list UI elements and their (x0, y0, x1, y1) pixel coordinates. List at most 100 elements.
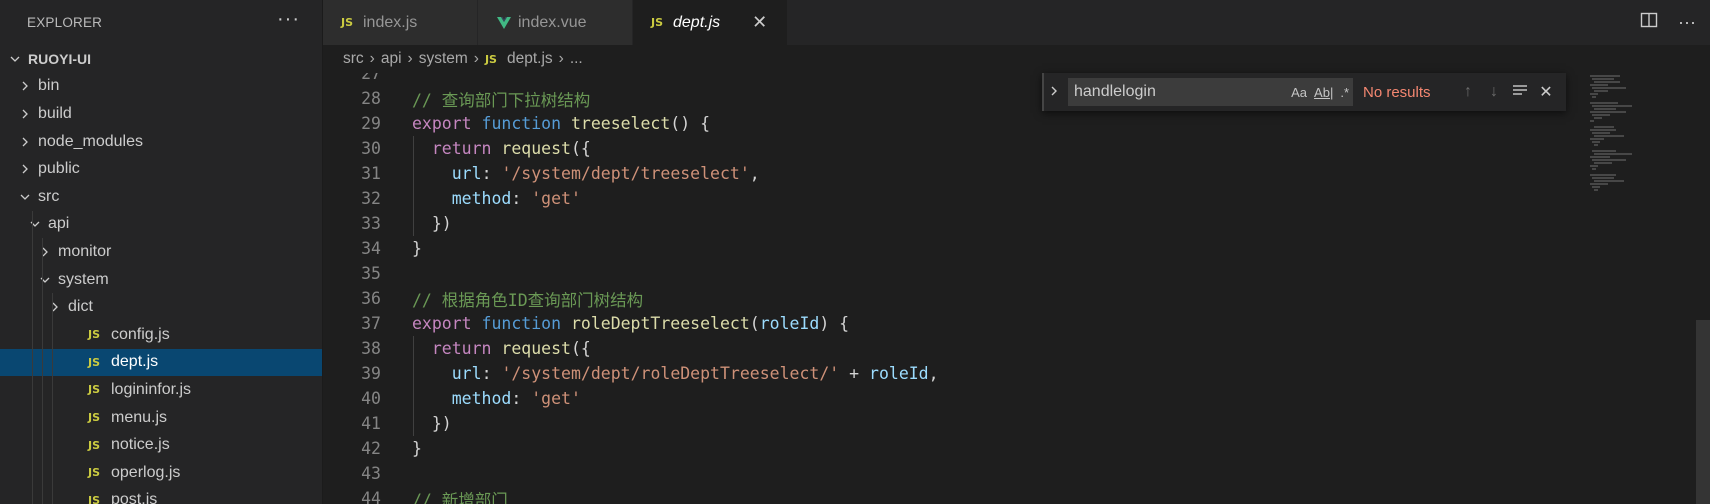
ellipsis-icon[interactable]: ··· (277, 9, 300, 29)
folder-item[interactable]: monitor (0, 238, 322, 266)
match-whole-word-toggle[interactable]: Ab| (1314, 85, 1333, 100)
code-token: method (451, 189, 512, 208)
indent-guide (52, 486, 53, 504)
minimap[interactable] (1588, 73, 1692, 504)
js-file-icon: JS (88, 466, 101, 480)
editor-actions: ··· (1640, 0, 1710, 45)
js-file-icon: JS (88, 383, 101, 397)
indent-guide (32, 293, 33, 321)
code-token: , (749, 164, 760, 183)
tree-item-label: node_modules (38, 132, 143, 150)
tree-item-label: src (38, 187, 60, 205)
match-case-toggle[interactable]: Aa (1291, 85, 1307, 100)
js-file-icon: JS (484, 52, 497, 66)
code-text: } (412, 439, 422, 458)
indent-guide (32, 320, 33, 349)
code-token: url (451, 364, 482, 383)
folder-item[interactable]: bin (0, 73, 322, 101)
breadcrumb-item[interactable]: system (419, 50, 468, 68)
folder-item[interactable]: system (0, 265, 322, 294)
indent-guide (42, 293, 43, 321)
file-item[interactable]: JS menu.js (0, 403, 322, 432)
toggle-replace-chevron-icon[interactable] (1044, 84, 1064, 100)
explorer-sidebar: EXPLORER ··· RUOYI-UI bin build node_module… (0, 0, 323, 504)
folder-item[interactable]: node_modules (0, 128, 322, 156)
close-find-icon[interactable]: ✕ (1533, 82, 1559, 102)
tree-item-label: operlog.js (111, 463, 181, 481)
code-editor[interactable]: 27 28 // 查询部门下拉树结构 29 export function treese… (323, 73, 1710, 504)
explorer-header: EXPLORER ··· (0, 0, 322, 45)
code-token: treeselect (570, 114, 671, 133)
code-text: }) (412, 414, 452, 433)
folder-item[interactable]: dict (0, 293, 322, 321)
code-text: url: '/system/dept/roleDeptTreeselect/' … (412, 364, 939, 383)
line-number: 29 (361, 114, 381, 133)
breadcrumb-separator-icon: › (558, 50, 564, 67)
tab-index-vue[interactable]: index.vue (478, 0, 633, 45)
breadcrumb-item[interactable]: ... (570, 50, 583, 68)
code-token: : (511, 189, 532, 208)
code-text: }) (412, 214, 452, 233)
find-result-status: No results (1363, 83, 1431, 101)
folder-item[interactable]: src (0, 183, 322, 211)
split-editor-icon[interactable] (1640, 11, 1658, 34)
indent-guide (42, 403, 43, 432)
code-token: : (481, 364, 502, 383)
folder-item[interactable]: build (0, 100, 322, 128)
tree-item-label: menu.js (111, 408, 168, 426)
tab-list: JS index.js index.vue JS dept.js ✕ (323, 0, 788, 45)
chevron-right-icon (18, 79, 32, 93)
breadcrumb-item[interactable]: dept.js (507, 50, 553, 68)
find-input[interactable]: handlelogin Aa Ab| .* (1068, 78, 1353, 106)
chevron-down-icon (28, 217, 42, 231)
find-in-selection-icon[interactable] (1507, 83, 1533, 102)
tab-index-js[interactable]: JS index.js (323, 0, 478, 45)
minimap-line (1590, 75, 1620, 77)
code-line: 42} (323, 436, 1710, 461)
code-line: 41 }) (323, 411, 1710, 436)
code-text: return request({ (412, 339, 591, 358)
folder-item[interactable]: api (0, 210, 322, 239)
file-item[interactable]: JS operlog.js (0, 458, 322, 487)
code-text: return request({ (412, 139, 591, 158)
line-number: 37 (361, 314, 381, 333)
code-text: method: 'get' (412, 189, 581, 208)
vertical-scrollbar[interactable] (1696, 320, 1710, 504)
indent-guide (42, 458, 43, 487)
file-item[interactable]: JS dept.js (0, 348, 322, 377)
code-token: : (511, 389, 532, 408)
file-item[interactable]: JS post.js (0, 486, 322, 504)
file-item[interactable]: JS notice.js (0, 431, 322, 459)
breadcrumb-item[interactable]: src (343, 50, 364, 68)
code-line: 44 // 新增部门 (323, 486, 1710, 504)
next-match-icon[interactable]: ↓ (1481, 83, 1507, 101)
more-actions-icon[interactable]: ··· (1678, 12, 1696, 33)
breadcrumb-item[interactable]: api (381, 50, 402, 68)
close-tab-icon[interactable]: ✕ (752, 12, 767, 33)
js-file-icon: JS (88, 355, 101, 369)
minimap-line (1592, 87, 1626, 89)
code-text: url: '/system/dept/treeselect', (412, 164, 760, 183)
folder-item[interactable]: public (0, 155, 322, 183)
file-item[interactable]: JS config.js (0, 320, 322, 349)
file-item[interactable]: JS logininfor.js (0, 376, 322, 404)
minimap-line (1590, 165, 1598, 167)
tree-item-label: post.js (111, 491, 158, 504)
code-token: 'get' (531, 189, 581, 208)
chevron-right-icon (18, 162, 32, 176)
chevron-right-icon (48, 300, 62, 314)
code-token: ( (749, 314, 760, 333)
regex-toggle[interactable]: .* (1340, 85, 1349, 100)
code-token: function (481, 314, 571, 333)
line-number: 35 (361, 264, 381, 283)
js-file-icon: JS (651, 16, 664, 29)
code-line: 39 url: '/system/dept/roleDeptTreeselect… (323, 361, 1710, 386)
tab-dept-js[interactable]: JS dept.js ✕ (633, 0, 788, 45)
minimap-line (1594, 81, 1620, 83)
previous-match-icon[interactable]: ↑ (1455, 83, 1481, 101)
chevron-right-icon (38, 245, 52, 259)
folder-item[interactable]: RUOYI-UI (0, 45, 322, 73)
code-line: 31 url: '/system/dept/treeselect', (323, 161, 1710, 186)
minimap-line (1594, 144, 1598, 146)
